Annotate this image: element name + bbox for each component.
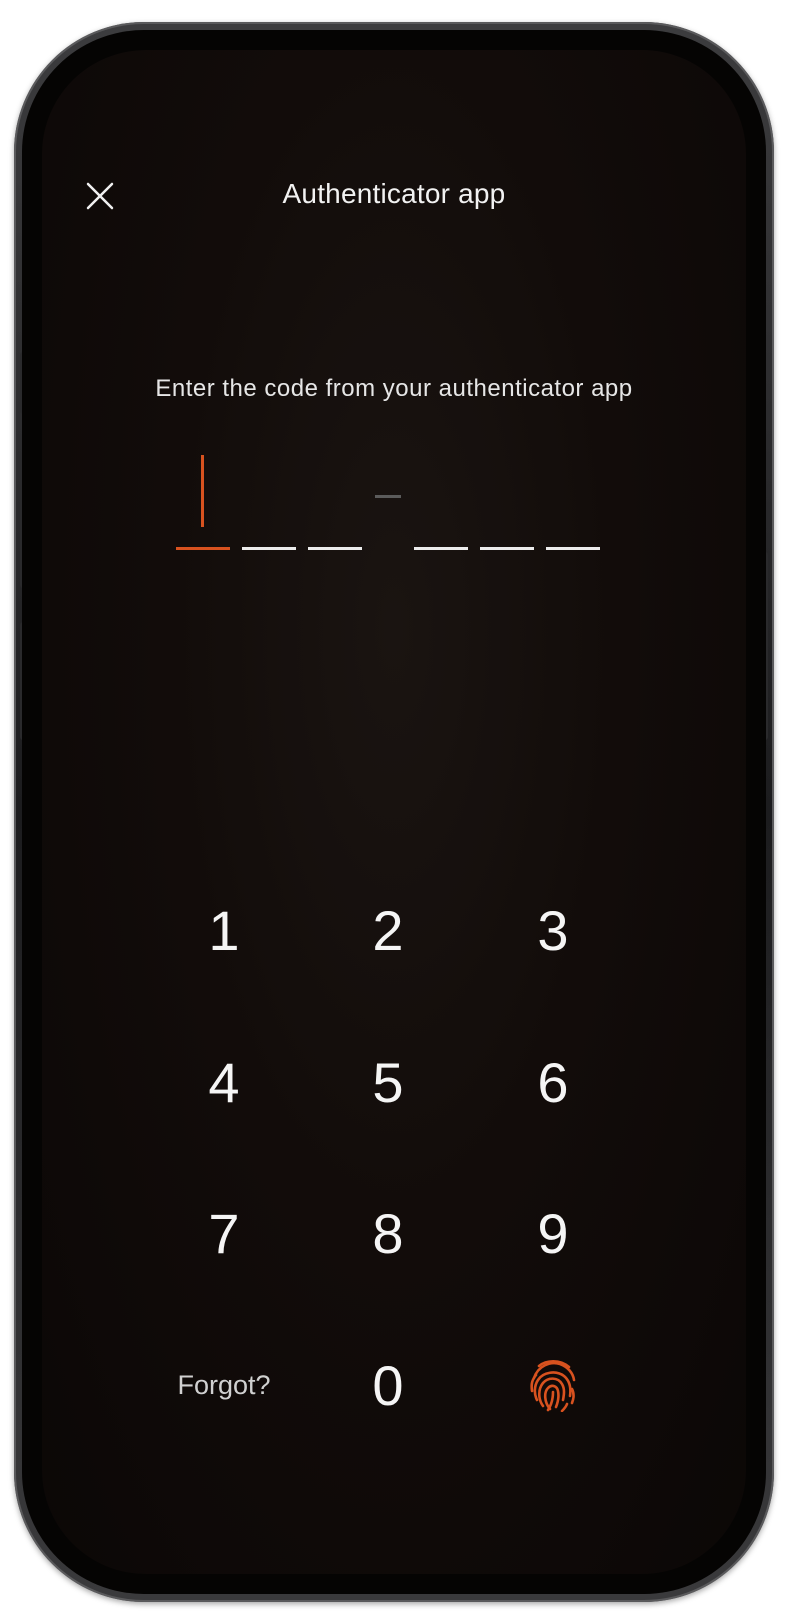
code-separator bbox=[375, 495, 401, 498]
key-2[interactable]: 2 bbox=[323, 880, 453, 980]
fingerprint-icon bbox=[530, 1359, 576, 1412]
code-slot-1[interactable] bbox=[176, 547, 230, 550]
key-0[interactable]: 0 bbox=[323, 1335, 453, 1435]
code-slot-4[interactable] bbox=[414, 547, 468, 550]
key-4[interactable]: 4 bbox=[159, 1032, 289, 1132]
forgot-button[interactable]: Forgot? bbox=[159, 1335, 289, 1435]
page-title: Authenticator app bbox=[282, 178, 506, 209]
key-8[interactable]: 8 bbox=[323, 1183, 453, 1283]
bezel: Authenticator app Enter the code from yo… bbox=[22, 30, 766, 1594]
code-input[interactable] bbox=[42, 455, 746, 555]
key-9[interactable]: 9 bbox=[488, 1183, 618, 1283]
code-slot-6[interactable] bbox=[546, 547, 600, 550]
key-1[interactable]: 1 bbox=[159, 880, 289, 980]
code-slot-3[interactable] bbox=[308, 547, 362, 550]
key-6[interactable]: 6 bbox=[488, 1032, 618, 1132]
code-slot-5[interactable] bbox=[480, 547, 534, 550]
biometric-button[interactable] bbox=[488, 1335, 618, 1435]
text-cursor bbox=[201, 455, 204, 527]
instruction-text: Enter the code from your authenticator a… bbox=[155, 375, 633, 402]
screen: Authenticator app Enter the code from yo… bbox=[42, 50, 746, 1574]
key-7[interactable]: 7 bbox=[159, 1183, 289, 1283]
phone-frame: Authenticator app Enter the code from yo… bbox=[14, 22, 774, 1602]
code-slot-2[interactable] bbox=[242, 547, 296, 550]
key-5[interactable]: 5 bbox=[323, 1032, 453, 1132]
key-3[interactable]: 3 bbox=[488, 880, 618, 980]
